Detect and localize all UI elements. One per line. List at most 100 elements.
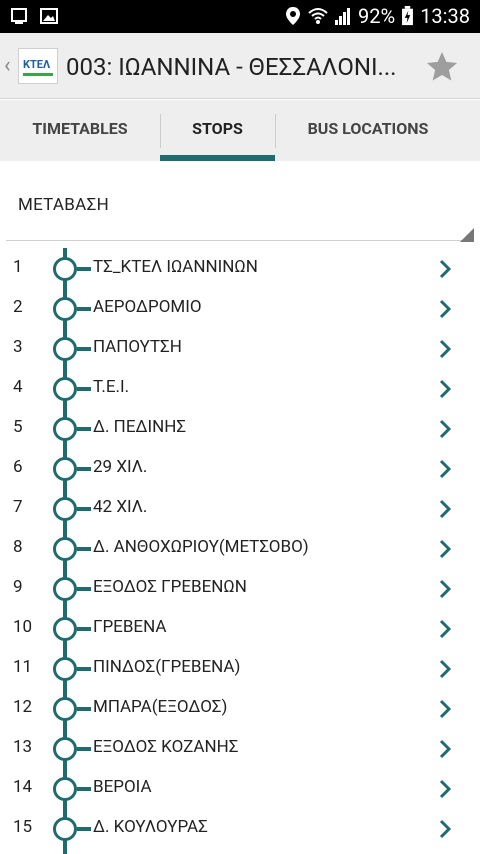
page-title: 003: ΙΩΑΝΝΙΝΑ - ΘΕΣΣΑΛΟΝΙ... bbox=[66, 53, 397, 81]
chevron-right-icon[interactable] bbox=[438, 418, 452, 440]
stop-marker-icon bbox=[53, 657, 77, 681]
stop-name: Δ. ΠΕΔΙΝΗΣ bbox=[93, 417, 187, 437]
stop-marker-icon bbox=[53, 577, 77, 601]
status-bar-right: 92% 13:38 bbox=[284, 4, 470, 28]
stop-connector bbox=[77, 587, 91, 591]
stop-marker-icon bbox=[53, 377, 77, 401]
stop-number: 14 bbox=[13, 777, 33, 797]
stop-number: 1 bbox=[13, 257, 23, 277]
stop-row[interactable]: 8 Δ. ΑΝΘΟΧΩΡΙΟΥ(ΜΕΤΣΟΒΟ) bbox=[0, 528, 480, 568]
chevron-right-icon[interactable] bbox=[438, 338, 452, 360]
stop-marker-icon bbox=[53, 617, 77, 641]
chevron-right-icon[interactable] bbox=[438, 618, 452, 640]
dropdown-arrow-icon bbox=[460, 228, 474, 242]
stop-row[interactable]: 4 Τ.Ε.Ι. bbox=[0, 368, 480, 408]
stop-connector bbox=[77, 467, 91, 471]
stop-marker-icon bbox=[53, 817, 77, 841]
chevron-right-icon[interactable] bbox=[438, 258, 452, 280]
stop-row[interactable]: 14 ΒΕΡΟΙΑ bbox=[0, 768, 480, 808]
stop-connector bbox=[77, 347, 91, 351]
stop-marker-icon bbox=[53, 297, 77, 321]
stop-number: 11 bbox=[13, 657, 33, 677]
stop-marker-icon bbox=[53, 537, 77, 561]
app-bar: ‹ ΚΤΕΛ 003: ΙΩΑΝΝΙΝΑ - ΘΕΣΣΑΛΟΝΙ... bbox=[0, 33, 480, 99]
stop-marker-icon bbox=[53, 697, 77, 721]
stop-number: 15 bbox=[13, 817, 33, 837]
stop-name: 29 ΧΙΛ. bbox=[93, 457, 148, 477]
stop-number: 9 bbox=[13, 577, 23, 597]
tab-timetables[interactable]: TIMETABLES bbox=[0, 100, 160, 161]
stop-row[interactable]: 15 Δ. ΚΟΥΛΟΥΡΑΣ bbox=[0, 808, 480, 848]
chevron-right-icon[interactable] bbox=[438, 658, 452, 680]
stops-list: 1 ΤΣ_ΚΤΕΛ ΙΩΑΝΝΙΝΩΝ 2 ΑΕΡΟΔΡΟΜΙΟ 3 ΠΑΠΟΥΤΣΗ 4 Τ… bbox=[0, 248, 480, 848]
star-icon[interactable] bbox=[424, 49, 460, 85]
direction-selected: ΜΕΤΑΒΑΣΗ bbox=[18, 195, 110, 215]
tab-stops[interactable]: STOPS bbox=[160, 100, 275, 161]
stop-row[interactable]: 1 ΤΣ_ΚΤΕΛ ΙΩΑΝΝΙΝΩΝ bbox=[0, 248, 480, 288]
stop-marker-icon bbox=[53, 497, 77, 521]
stop-number: 5 bbox=[13, 417, 23, 437]
stop-row[interactable]: 3 ΠΑΠΟΥΤΣΗ bbox=[0, 328, 480, 368]
status-bar: 92% 13:38 bbox=[0, 0, 480, 33]
stop-name: ΒΕΡΟΙΑ bbox=[93, 777, 152, 797]
wifi-icon bbox=[308, 8, 328, 24]
chevron-right-icon[interactable] bbox=[438, 538, 452, 560]
stop-marker-icon bbox=[53, 457, 77, 481]
stop-row[interactable]: 10 ΓΡΕΒΕΝΑ bbox=[0, 608, 480, 648]
stop-name: ΠΑΠΟΥΤΣΗ bbox=[93, 337, 182, 357]
chevron-right-icon[interactable] bbox=[438, 738, 452, 760]
chevron-right-icon[interactable] bbox=[438, 378, 452, 400]
image-icon bbox=[40, 8, 58, 24]
stop-number: 3 bbox=[13, 337, 23, 357]
stop-row[interactable]: 13 ΕΞΟΔΟΣ ΚΟΖΑΝΗΣ bbox=[0, 728, 480, 768]
stop-name: Δ. ΑΝΘΟΧΩΡΙΟΥ(ΜΕΤΣΟΒΟ) bbox=[93, 537, 309, 557]
stop-number: 6 bbox=[13, 457, 23, 477]
logo-text: ΚΤΕΛ bbox=[23, 58, 51, 71]
stop-name: ΓΡΕΒΕΝΑ bbox=[93, 617, 167, 637]
stop-marker-icon bbox=[53, 777, 77, 801]
stop-connector bbox=[77, 507, 91, 511]
stop-connector bbox=[77, 827, 91, 831]
stop-marker-icon bbox=[53, 257, 77, 281]
battery-percent: 92% bbox=[358, 4, 396, 28]
stop-row[interactable]: 7 42 ΧΙΛ. bbox=[0, 488, 480, 528]
back-icon[interactable]: ‹ bbox=[4, 53, 11, 78]
stop-number: 8 bbox=[13, 537, 23, 557]
chevron-right-icon[interactable] bbox=[438, 498, 452, 520]
stop-connector bbox=[77, 707, 91, 711]
app-logo[interactable]: ΚΤΕΛ bbox=[18, 48, 58, 84]
stop-name: ΠΙΝΔΟΣ(ΓΡΕΒΕΝΑ) bbox=[93, 657, 241, 677]
chevron-right-icon[interactable] bbox=[438, 778, 452, 800]
stop-connector bbox=[77, 307, 91, 311]
stop-connector bbox=[77, 667, 91, 671]
stop-row[interactable]: 11 ΠΙΝΔΟΣ(ΓΡΕΒΕΝΑ) bbox=[0, 648, 480, 688]
stop-row[interactable]: 12 ΜΠΑΡΑ(ΕΞΟΔΟΣ) bbox=[0, 688, 480, 728]
stop-name: ΕΞΟΔΟΣ ΓΡΕΒΕΝΩΝ bbox=[93, 577, 247, 597]
stop-number: 2 bbox=[13, 297, 23, 317]
stop-marker-icon bbox=[53, 737, 77, 761]
tab-bar: TIMETABLES STOPS BUS LOCATIONS bbox=[0, 100, 480, 161]
battery-icon bbox=[402, 6, 414, 26]
signal-icon bbox=[335, 8, 351, 25]
stop-name: Δ. ΚΟΥΛΟΥΡΑΣ bbox=[93, 817, 208, 837]
stop-number: 4 bbox=[13, 377, 23, 397]
stop-name: Τ.Ε.Ι. bbox=[93, 377, 130, 397]
status-bar-left bbox=[10, 6, 58, 26]
stop-row[interactable]: 5 Δ. ΠΕΔΙΝΗΣ bbox=[0, 408, 480, 448]
chevron-right-icon[interactable] bbox=[438, 698, 452, 720]
stop-row[interactable]: 6 29 ΧΙΛ. bbox=[0, 448, 480, 488]
stop-row[interactable]: 2 ΑΕΡΟΔΡΟΜΙΟ bbox=[0, 288, 480, 328]
tab-bus-locations[interactable]: BUS LOCATIONS bbox=[275, 100, 461, 161]
stop-name: ΑΕΡΟΔΡΟΜΙΟ bbox=[93, 297, 202, 317]
stop-row[interactable]: 9 ΕΞΟΔΟΣ ΓΡΕΒΕΝΩΝ bbox=[0, 568, 480, 608]
direction-dropdown[interactable]: ΜΕΤΑΒΑΣΗ bbox=[0, 162, 480, 242]
stop-number: 13 bbox=[13, 737, 33, 757]
stop-name: ΜΠΑΡΑ(ΕΞΟΔΟΣ) bbox=[93, 697, 228, 717]
chevron-right-icon[interactable] bbox=[438, 298, 452, 320]
stop-name: ΤΣ_ΚΤΕΛ ΙΩΑΝΝΙΝΩΝ bbox=[93, 257, 258, 277]
stop-connector bbox=[77, 627, 91, 631]
chevron-right-icon[interactable] bbox=[438, 818, 452, 840]
chevron-right-icon[interactable] bbox=[438, 578, 452, 600]
dropdown-underline bbox=[6, 240, 474, 241]
chevron-right-icon[interactable] bbox=[438, 458, 452, 480]
